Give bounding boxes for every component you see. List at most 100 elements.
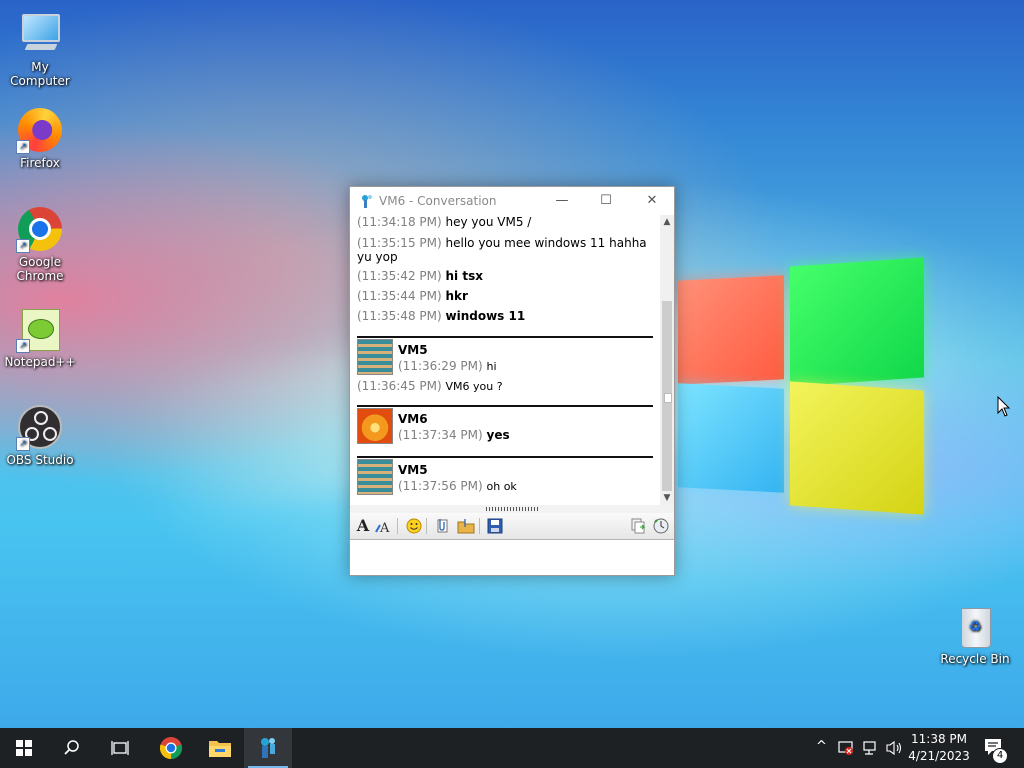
title-bar[interactable]: VM6 - Conversation — ☐ ✕	[350, 187, 674, 215]
message-separator	[357, 336, 653, 338]
desktop: My Computer ↗ Firefox ↗ Google Chrome ↗ …	[0, 0, 1024, 728]
desktop-icon-label: Recycle Bin	[940, 652, 1010, 666]
chat-log[interactable]: (11:34:18 PM) hey you VM5 / (11:35:15 PM…	[350, 215, 660, 505]
message-separator	[357, 405, 653, 407]
chat-message: (11:35:44 PM) hkr	[357, 289, 652, 303]
notification-center-button[interactable]: 4	[982, 736, 1008, 764]
shortcut-arrow-icon: ↗	[16, 339, 30, 353]
toolbar-divider	[397, 518, 398, 534]
flower-avatar	[357, 408, 393, 444]
font-style-icon[interactable]: A	[375, 517, 393, 536]
windows-logo-pane-blue	[678, 383, 784, 493]
chat-message: (11:36:29 PM) hi	[398, 359, 648, 374]
desktop-icon-obs[interactable]: ↗ OBS Studio	[0, 403, 80, 467]
task-view-icon	[111, 741, 129, 755]
clock-time: 11:38 PM	[911, 732, 967, 746]
svg-text:A: A	[379, 521, 390, 535]
message-text: windows 11	[445, 309, 526, 323]
chat-message: (11:35:48 PM) windows 11	[357, 309, 652, 323]
message-timestamp: (11:37:34 PM)	[398, 428, 483, 442]
chrome-taskbar-button[interactable]	[146, 728, 194, 768]
smiley-icon[interactable]	[405, 517, 423, 535]
stairs-avatar	[357, 339, 393, 375]
format-toolbar: A A	[350, 513, 674, 540]
scroll-down-icon[interactable]: ▼	[660, 491, 674, 505]
security-alert-icon	[838, 741, 853, 755]
conversation-window: VM6 - Conversation — ☐ ✕ (11:34:18 PM) h…	[349, 186, 675, 576]
firefox-icon: ↗	[16, 106, 64, 154]
message-timestamp: (11:35:44 PM)	[357, 289, 442, 303]
chat-scrollbar[interactable]: ▲ ▼	[660, 215, 674, 505]
desktop-icon-label: Notepad++	[4, 355, 76, 369]
desktop-icon-firefox[interactable]: ↗ Firefox	[0, 106, 80, 170]
mouse-cursor-icon	[997, 395, 1011, 421]
chrome-taskbar-icon	[159, 737, 183, 760]
desktop-icon-label: OBS Studio	[6, 453, 74, 467]
font-icon[interactable]: A	[354, 517, 372, 535]
chat-message: (11:37:34 PM) yes	[398, 428, 648, 442]
message-timestamp: (11:35:42 PM)	[357, 269, 442, 283]
pane-splitter[interactable]	[350, 505, 674, 513]
message-text: hey you VM5 /	[445, 215, 532, 229]
network-tray-button[interactable]	[860, 728, 880, 768]
message-timestamp: (11:35:48 PM)	[357, 309, 442, 323]
message-text: hi tsx	[445, 269, 483, 283]
desktop-icon-recycle-bin[interactable]: ♻ Recycle Bin	[935, 602, 1015, 666]
message-text: yes	[486, 428, 510, 442]
task-view-button[interactable]	[96, 728, 144, 768]
notepadpp-icon: ↗	[16, 305, 64, 353]
toolbar-divider	[479, 518, 480, 534]
message-text: oh ok	[486, 480, 517, 493]
message-timestamp: (11:34:18 PM)	[357, 215, 442, 229]
desktop-icon-notepadpp[interactable]: ↗ Notepad++	[0, 305, 80, 369]
search-button[interactable]	[48, 728, 96, 768]
message-text: hi	[486, 360, 497, 373]
chat-message: (11:35:42 PM) hi tsx	[357, 269, 652, 283]
splitter-grip-icon	[486, 507, 540, 511]
chat-message: (11:34:18 PM) hey you VM5 /	[357, 215, 652, 229]
volume-tray-button[interactable]	[884, 728, 904, 768]
chat-message: (11:36:45 PM) VM6 you ?	[357, 379, 652, 394]
windows-logo-pane-red	[678, 275, 784, 385]
desktop-icon-label: Firefox	[20, 156, 60, 170]
maximize-button[interactable]: ☐	[584, 187, 628, 215]
desktop-icon-my-computer[interactable]: My Computer	[0, 10, 80, 88]
message-separator	[357, 456, 653, 458]
scroll-up-icon[interactable]: ▲	[660, 215, 674, 229]
chrome-icon: ↗	[16, 205, 64, 253]
message-timestamp: (11:36:29 PM)	[398, 359, 483, 373]
window-title: VM6 - Conversation	[379, 194, 497, 208]
search-icon	[64, 740, 79, 755]
message-input[interactable]	[350, 540, 674, 575]
stairs-avatar	[357, 459, 393, 495]
security-tray-button[interactable]	[836, 728, 856, 768]
show-hidden-icons-button[interactable]: ^	[812, 728, 832, 768]
messenger-taskbar-button[interactable]	[244, 728, 292, 768]
network-icon	[863, 741, 876, 755]
file-explorer-icon	[209, 741, 231, 757]
start-button[interactable]	[0, 728, 48, 768]
send-folder-icon[interactable]	[457, 517, 475, 535]
message-timestamp: (11:36:45 PM)	[357, 379, 442, 393]
chevron-up-icon: ^	[816, 739, 827, 754]
sender-name: VM5	[398, 463, 428, 477]
close-button[interactable]: ✕	[630, 187, 674, 215]
recycle-bin-icon: ♻	[951, 602, 999, 650]
desktop-icon-chrome[interactable]: ↗ Google Chrome	[0, 205, 80, 283]
history-icon[interactable]	[652, 517, 670, 535]
sender-name: VM6	[398, 412, 428, 426]
file-explorer-button[interactable]	[195, 728, 243, 768]
attach-file-icon[interactable]	[433, 517, 451, 535]
desktop-icon-label: Google Chrome	[16, 255, 64, 283]
clock-date: 4/21/2023	[908, 749, 970, 763]
message-text: hkr	[445, 289, 468, 303]
message-timestamp: (11:37:56 PM)	[398, 479, 483, 493]
clock[interactable]: 11:38 PM 4/21/2023	[906, 731, 972, 765]
copy-icon[interactable]	[629, 517, 647, 535]
minimize-button[interactable]: —	[540, 187, 584, 215]
save-icon[interactable]	[486, 517, 504, 535]
volume-icon	[886, 740, 902, 756]
chat-message: (11:35:15 PM) hello you mee windows 11 h…	[357, 236, 652, 264]
taskbar: ^ 11:38 PM 4/21/2023 4	[0, 728, 1024, 768]
shortcut-arrow-icon: ↗	[16, 437, 30, 451]
